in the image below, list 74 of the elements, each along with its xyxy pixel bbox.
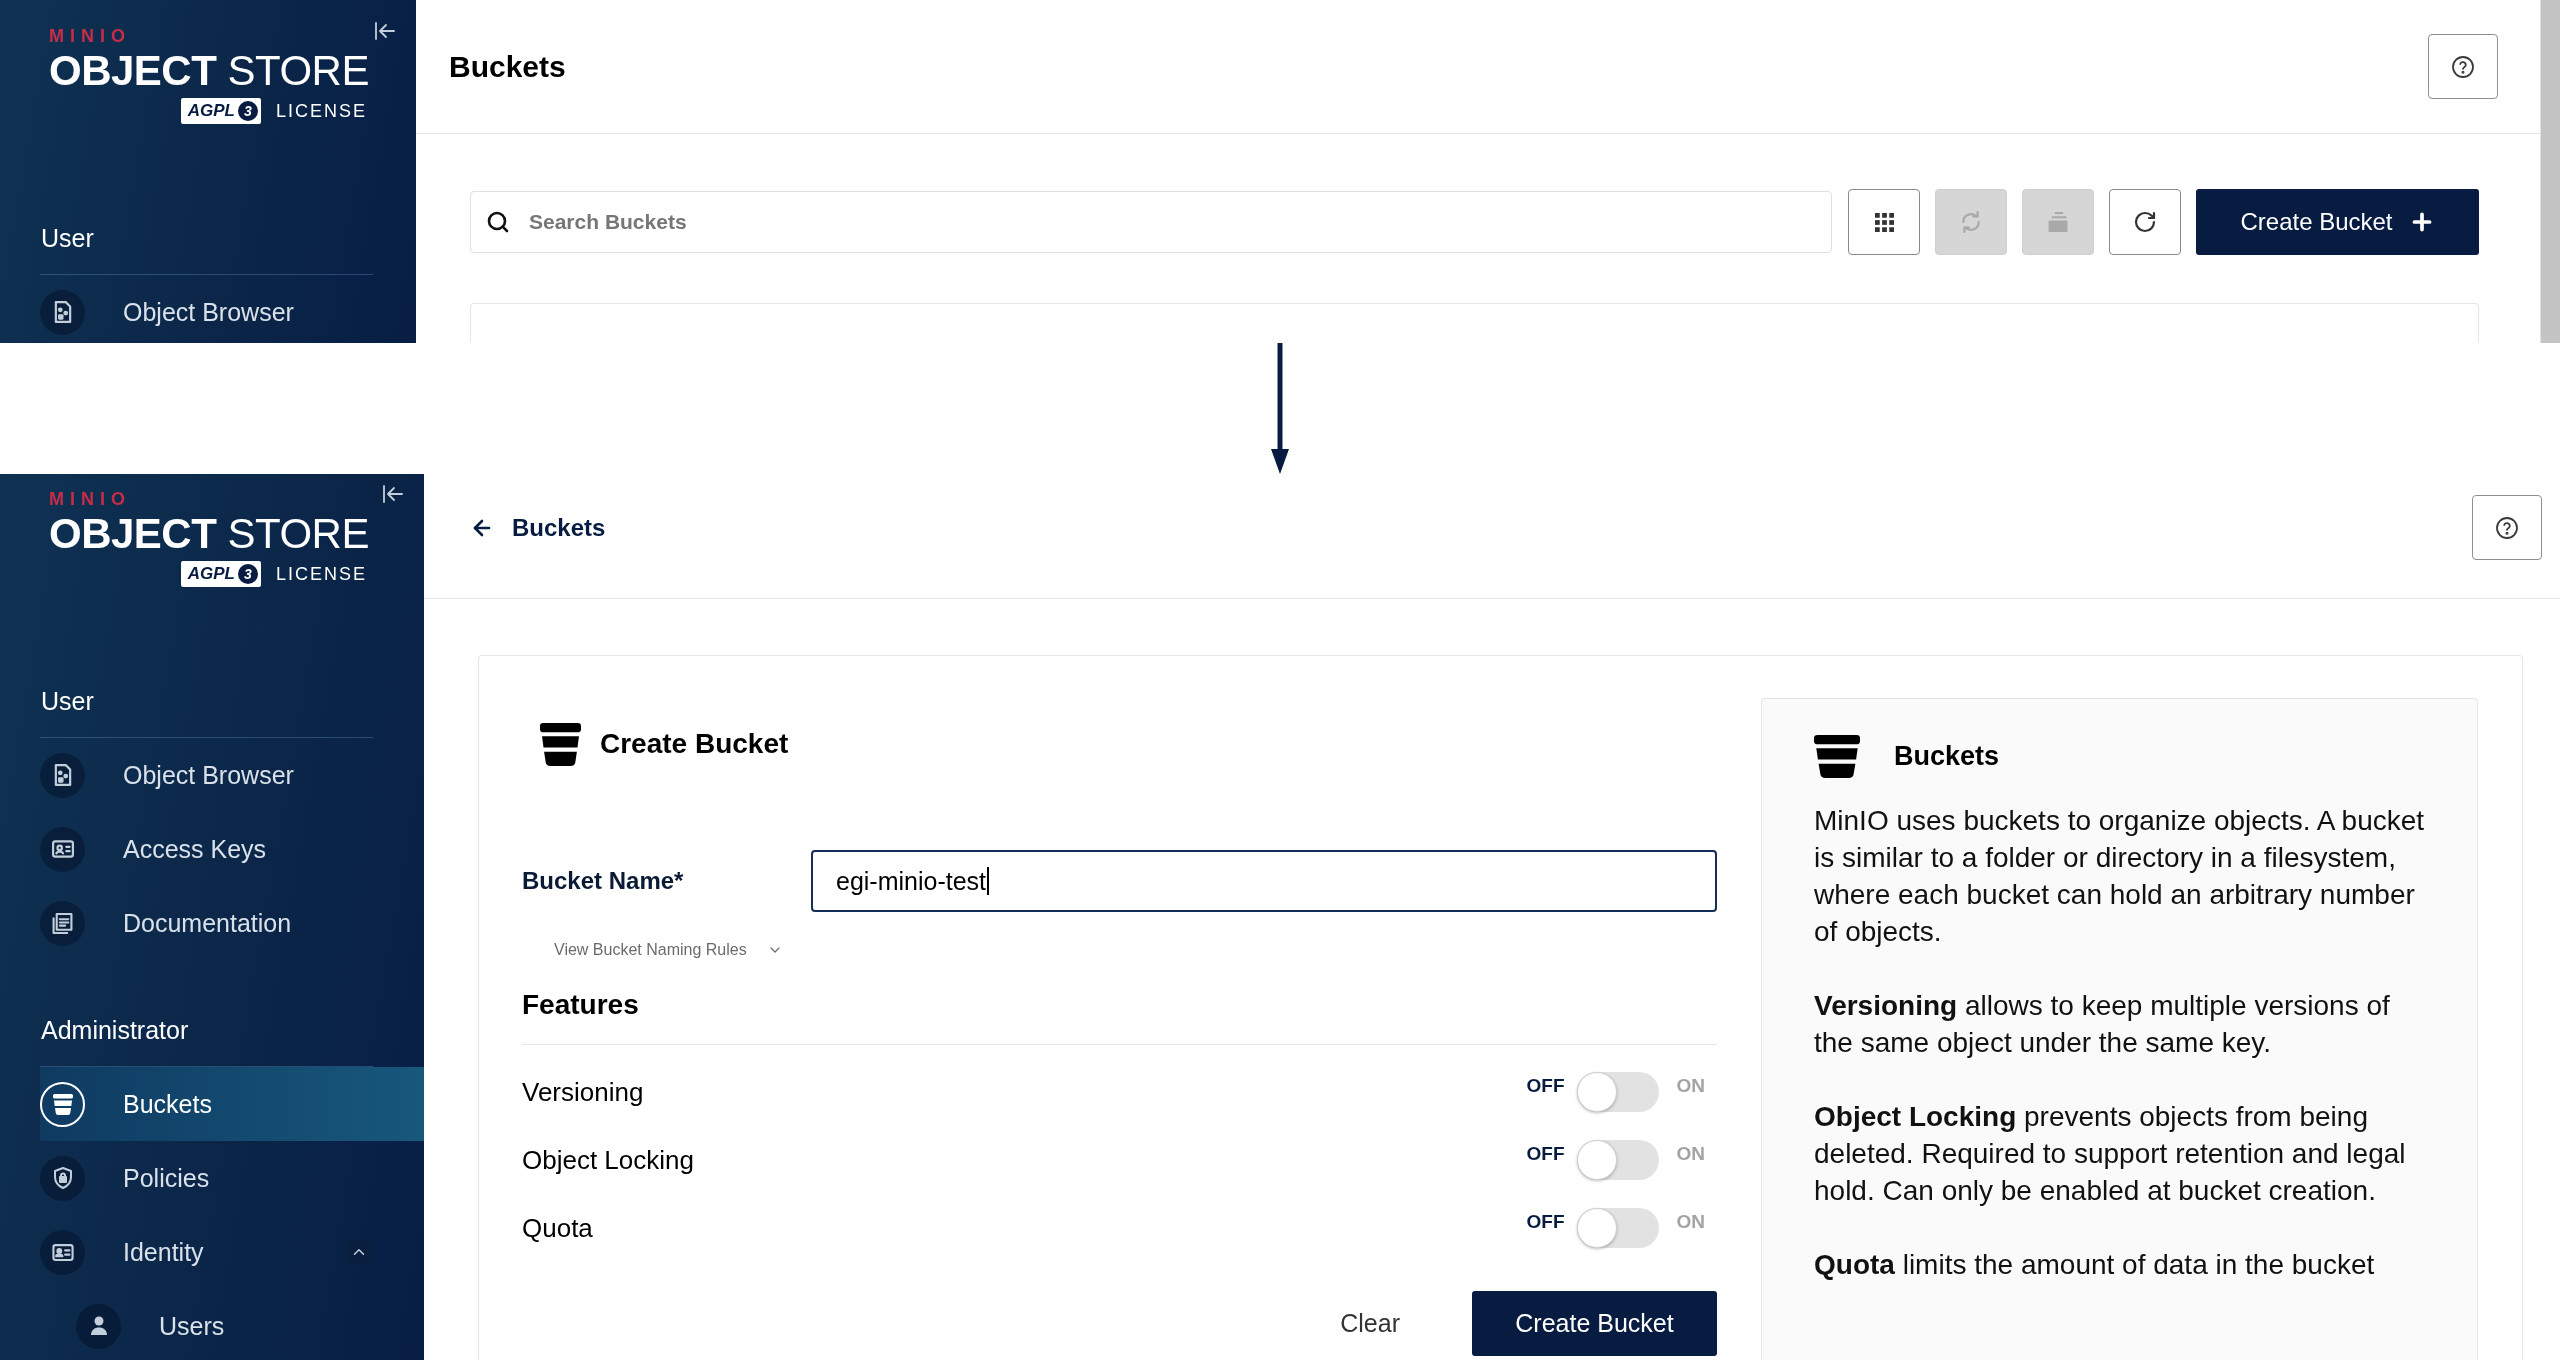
sidebar-item[interactable]: Users: [40, 1289, 424, 1360]
search-icon: [486, 210, 510, 234]
sidebar-item[interactable]: Object Browser: [40, 275, 416, 343]
id-card-icon: [40, 826, 85, 872]
help-button[interactable]: [2428, 34, 2498, 99]
toolbar-button[interactable]: [1848, 189, 1920, 255]
create-bucket-button[interactable]: Create Bucket: [1472, 1291, 1717, 1356]
collapse-icon: [383, 485, 403, 503]
sidebar-item[interactable]: Policies: [40, 1141, 424, 1215]
info-paragraph: Quota limits the amount of data in the bucket: [1814, 1248, 2376, 1282]
shield-lock-icon: [40, 1155, 85, 1201]
file-icon: [40, 289, 85, 335]
help-button[interactable]: [2472, 495, 2542, 560]
logo-product-text: OBJECT STORE: [49, 49, 369, 93]
off-label: OFF: [1526, 1075, 1565, 1097]
bucket-icon: [1814, 735, 1860, 778]
naming-rules-toggle[interactable]: View Bucket Naming Rules: [554, 940, 783, 960]
sidebar-section-title: Administrator: [41, 1015, 190, 1045]
license-badge: AGPL 3: [180, 561, 261, 587]
scrollbar[interactable]: [2540, 0, 2560, 343]
section-heading: Features: [522, 988, 640, 1022]
logo-product-text: OBJECT STORE: [49, 512, 369, 556]
grid-icon: [1874, 212, 1894, 232]
form-title: Create Bucket: [600, 728, 789, 760]
documents-icon: [40, 900, 85, 946]
license-text: LICENSE: [275, 563, 367, 586]
collapse-icon: [375, 22, 395, 40]
help-icon: [2496, 516, 2518, 539]
back-link[interactable]: Buckets: [470, 495, 606, 560]
off-label: OFF: [1526, 1211, 1565, 1233]
toggle-switch[interactable]: [1576, 1140, 1659, 1180]
sidebar-item[interactable]: Identity: [40, 1215, 424, 1289]
toggle-switch[interactable]: [1576, 1208, 1659, 1248]
info-title: Buckets: [1894, 741, 2000, 772]
clear-button[interactable]: Clear: [1310, 1291, 1430, 1356]
feature-label: Versioning: [522, 1076, 645, 1108]
contact-card-icon: [40, 1229, 85, 1275]
expand-toggle-button[interactable]: [347, 1240, 371, 1264]
collapse-sidebar-button[interactable]: [374, 20, 396, 42]
help-icon: [2452, 55, 2474, 78]
collapse-sidebar-button[interactable]: [382, 483, 404, 505]
feature-label: Quota: [522, 1212, 594, 1244]
file-icon: [40, 752, 85, 798]
off-label: OFF: [1526, 1143, 1565, 1165]
toggle-switch[interactable]: [1576, 1072, 1659, 1112]
stacked-cards-icon: [2047, 212, 2069, 232]
on-label: ON: [1676, 1075, 1705, 1097]
refresh-icon: [2133, 210, 2157, 234]
search-field[interactable]: Search Buckets: [470, 191, 1832, 253]
license-text: LICENSE: [275, 100, 367, 123]
on-label: ON: [1676, 1143, 1705, 1165]
bucket-name-field[interactable]: egi-minio-test: [811, 850, 1717, 912]
license-badge: AGPL 3: [180, 98, 261, 124]
bucket-icon: [540, 722, 581, 766]
on-label: ON: [1676, 1211, 1705, 1233]
logo-brand-text: MINIO: [49, 491, 131, 508]
circular-arrows-icon: [1961, 211, 1981, 233]
bucket-icon: [40, 1081, 85, 1127]
sidebar-item[interactable]: Access Keys: [40, 812, 424, 886]
feature-label: Object Locking: [522, 1144, 695, 1176]
sidebar-section-title: User: [41, 223, 95, 253]
person-icon: [76, 1303, 121, 1349]
field-label: Bucket Name*: [522, 867, 685, 895]
sidebar-item[interactable]: Object Browser: [40, 738, 424, 812]
info-paragraph: Object Locking prevents objects from being deleted. Required to support retention and legal hold. Can only be enabled at bucket creation.: [1814, 1100, 2407, 1208]
info-paragraph: MinIO uses buckets to organize objects. A bucket is similar to a folder or directory in a filesystem, where each bucket can hold an arbitrary number of objects.: [1814, 804, 2425, 949]
toolbar-button[interactable]: [2109, 189, 2181, 255]
sidebar-item[interactable]: Buckets: [40, 1067, 424, 1141]
sidebar-item[interactable]: Documentation: [40, 886, 424, 960]
logo-brand-text: MINIO: [49, 28, 131, 45]
sidebar-section-title: User: [41, 686, 95, 716]
page-title: Buckets: [449, 48, 566, 85]
info-paragraph: Versioning allows to keep multiple versions of the same object under the same key.: [1814, 989, 2391, 1060]
create-bucket-button[interactable]: Create Bucket: [2196, 189, 2479, 255]
